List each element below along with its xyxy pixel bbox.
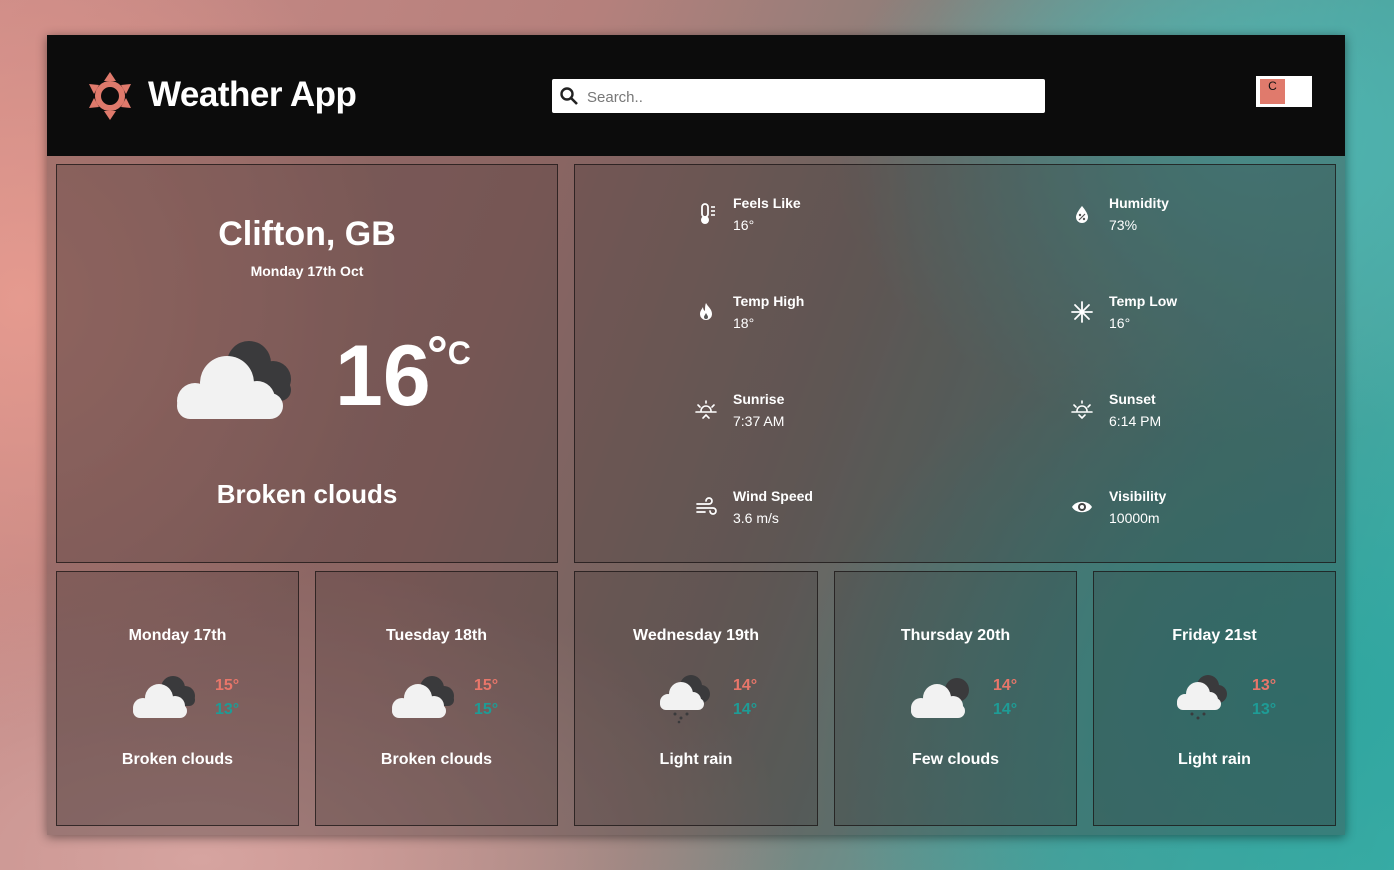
detail-label: Wind Speed <box>733 488 813 504</box>
detail-label: Visibility <box>1109 488 1167 504</box>
forecast-condition: Light rain <box>659 751 733 768</box>
forecast-day: Friday 21st <box>1172 627 1257 644</box>
sunrise-icon <box>695 400 717 419</box>
detail-label: Temp Low <box>1109 293 1178 309</box>
forecast-day: Monday 17th <box>128 627 227 644</box>
eye-icon <box>1072 501 1092 513</box>
wind-icon <box>696 497 717 515</box>
snowflake-icon <box>1071 301 1093 323</box>
detail-wind-speed: Wind Speed 3.6 m/s <box>695 488 955 532</box>
detail-value: 10000m <box>1109 510 1160 526</box>
search-input[interactable] <box>585 79 1039 115</box>
broken-clouds-icon <box>392 676 454 718</box>
unit-toggle-knob[interactable]: C <box>1260 79 1285 104</box>
detail-temp-low: Temp Low 16° <box>1071 293 1331 337</box>
detail-value: 16° <box>733 217 755 233</box>
forecast-low: 15° <box>474 701 499 718</box>
detail-label: Temp High <box>733 293 805 309</box>
thermometer-icon <box>701 203 715 224</box>
forecast-low: 13° <box>1252 701 1277 718</box>
detail-label: Humidity <box>1109 195 1169 211</box>
current-temperature: 16 °C <box>335 329 471 419</box>
location-name: Clifton, GB <box>218 215 396 253</box>
detail-label: Sunset <box>1109 391 1156 407</box>
forecast-condition: Broken clouds <box>380 751 493 768</box>
detail-label: Feels Like <box>733 195 801 211</box>
forecast-condition: Broken clouds <box>121 751 234 768</box>
temperature-unit: °C <box>427 326 471 384</box>
light-rain-icon <box>660 675 710 724</box>
weather-details-card: Feels Like 16° Humidity 73% Temp High 18… <box>574 164 1336 563</box>
sun-logo-icon <box>89 72 131 120</box>
broken-clouds-icon <box>177 341 291 419</box>
detail-temp-high: Temp High 18° <box>695 293 955 337</box>
forecast-high: 13° <box>1252 677 1277 694</box>
sunset-icon <box>1071 400 1093 420</box>
detail-value: 16° <box>1109 315 1131 331</box>
detail-sunrise: Sunrise 7:37 AM <box>695 391 955 435</box>
forecast-low: 13° <box>215 701 240 718</box>
app-title: Weather App <box>148 75 357 114</box>
current-date: Monday 17th Oct <box>250 263 364 279</box>
forecast-low: 14° <box>733 701 758 718</box>
current-condition: Broken clouds <box>216 479 398 509</box>
forecast-card: Friday 21st 13° 13° Light rain <box>1093 571 1336 826</box>
search-icon <box>560 87 578 105</box>
forecast-card: Thursday 20th 14° 14° Few clouds <box>834 571 1077 826</box>
broken-clouds-icon <box>133 676 195 718</box>
few-clouds-icon <box>911 678 969 718</box>
forecast-card: Monday 17th 15° 13° Broken clouds <box>56 571 299 826</box>
unit-toggle[interactable]: C <box>1256 76 1312 107</box>
forecast-day: Thursday 20th <box>900 627 1011 644</box>
flame-icon <box>700 303 712 320</box>
detail-humidity: Humidity 73% <box>1071 195 1331 239</box>
detail-value: 6:14 PM <box>1109 413 1162 429</box>
forecast-card: Wednesday 19th 14° 14° Light rain <box>574 571 818 826</box>
detail-value: 7:37 AM <box>733 413 785 429</box>
search-box[interactable] <box>552 79 1045 115</box>
forecast-low: 14° <box>993 701 1018 718</box>
forecast-high: 15° <box>215 677 240 694</box>
forecast-day: Tuesday 18th <box>385 627 488 644</box>
forecast-high: 15° <box>474 677 499 694</box>
detail-label: Sunrise <box>733 391 785 407</box>
detail-value: 3.6 m/s <box>733 510 779 526</box>
light-rain-icon <box>1177 675 1227 720</box>
forecast-day: Wednesday 19th <box>633 627 759 644</box>
temperature-value: 16 <box>335 328 431 424</box>
forecast-high: 14° <box>993 677 1018 694</box>
detail-sunset: Sunset 6:14 PM <box>1071 391 1331 435</box>
header-bar: Weather App C <box>47 35 1345 156</box>
humidity-drop-icon <box>1076 206 1088 223</box>
forecast-condition: Few clouds <box>911 751 1000 768</box>
forecast-high: 14° <box>733 677 758 694</box>
app-window: Weather App C Clifton, GB Monday 17th Oc… <box>47 35 1345 835</box>
detail-value: 18° <box>733 315 755 331</box>
forecast-condition: Light rain <box>1178 751 1251 768</box>
detail-visibility: Visibility 10000m <box>1071 488 1331 532</box>
detail-value: 73% <box>1109 217 1138 233</box>
current-weather-card: Clifton, GB Monday 17th Oct 16 °C Broken… <box>56 164 558 563</box>
detail-feels-like: Feels Like 16° <box>695 195 955 239</box>
forecast-card: Tuesday 18th 15° 15° Broken clouds <box>315 571 558 826</box>
